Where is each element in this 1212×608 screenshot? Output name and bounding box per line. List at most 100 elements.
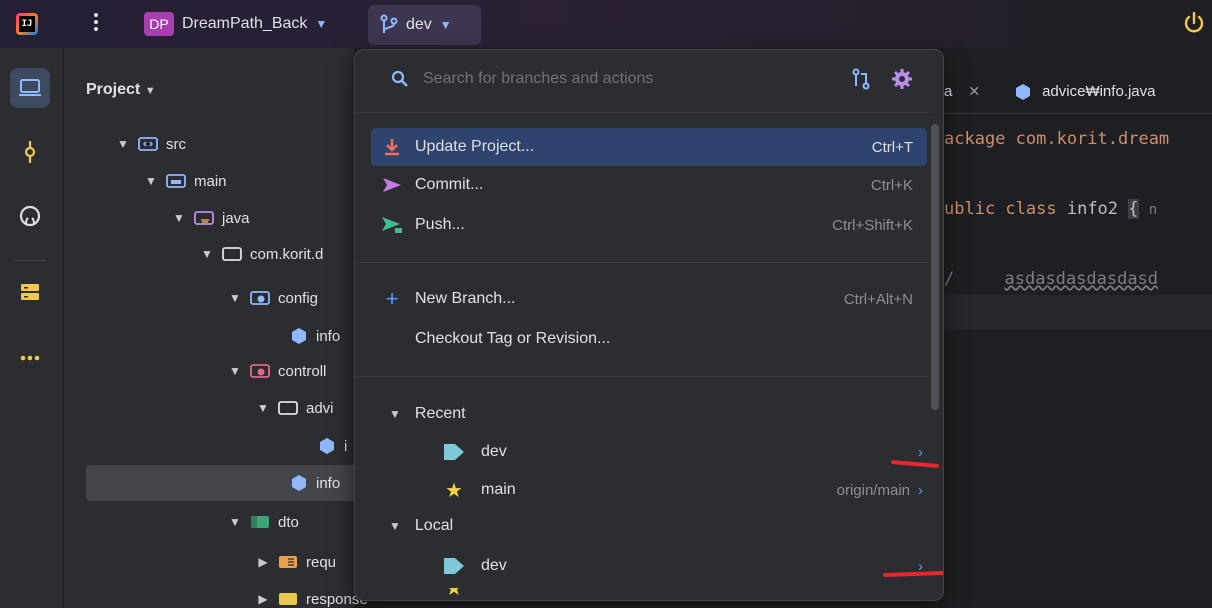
tree-item-request[interactable]: ▶ requ [256, 544, 336, 580]
config-folder-icon [250, 291, 270, 305]
chevron-down-icon: ▼ [315, 17, 328, 31]
github-icon[interactable] [10, 196, 50, 236]
tree-item-advice[interactable]: ▼ advi [256, 390, 333, 426]
package-icon [278, 401, 298, 415]
chevron-down-icon: ▼ [389, 407, 401, 421]
services-tool-icon[interactable] [10, 272, 50, 312]
editor-tab-label: advice₩info.java [1042, 83, 1156, 100]
chevron-down-icon: ▼ [389, 519, 401, 533]
more-tools-icon[interactable] [10, 338, 50, 378]
popup-scrollbar[interactable] [931, 124, 939, 410]
push-icon [382, 217, 402, 233]
tree-item-label: main [194, 172, 227, 190]
package-icon [222, 247, 242, 261]
code-brace: { [1128, 199, 1139, 219]
editor-tab-bar: a ✕ advice₩info.java [926, 70, 1212, 114]
project-badge: DP [144, 12, 174, 36]
project-name: DreamPath_Back [182, 15, 308, 32]
tree-item-label: info [316, 327, 341, 345]
separator [14, 260, 46, 261]
chevron-down-icon: ▼ [257, 401, 269, 415]
code-comment: asdasdasdasdasd [1004, 269, 1159, 289]
tree-item-src[interactable]: ▼ src [116, 126, 186, 162]
branches-popup: Update Project... Ctrl+T Commit... Ctrl+… [354, 49, 944, 601]
gear-icon[interactable] [891, 68, 913, 90]
class-icon [292, 475, 306, 491]
tree-item-label: i [344, 437, 348, 455]
new-branch-item[interactable]: + New Branch... Ctrl+Alt+N [371, 280, 927, 318]
title-bar: IJ DP DreamPath_Back ▼ dev ▼ [0, 0, 1212, 48]
branch-item-dev[interactable]: dev › [443, 434, 933, 470]
tree-item-label: src [166, 135, 186, 153]
branch-name: dev [481, 557, 507, 574]
tree-item-response[interactable]: ▶ response [256, 581, 367, 608]
menu-item-label: New Branch... [415, 290, 516, 307]
branch-compare-icon[interactable] [851, 68, 871, 90]
branch-name: main [481, 481, 516, 498]
chevron-down-icon: ▼ [145, 174, 157, 188]
branch-tracking: origin/main [836, 481, 910, 499]
project-panel-title[interactable]: Project ▼ [86, 81, 156, 99]
chevron-down-icon: ▼ [201, 247, 213, 261]
tree-selection [86, 465, 386, 501]
update-project-item[interactable]: Update Project... Ctrl+T [371, 128, 927, 166]
project-tool-icon[interactable] [10, 68, 50, 108]
editor-tab[interactable]: advice₩info.java [1014, 83, 1155, 101]
tree-item-label: com.korit.d [250, 245, 324, 263]
local-group-header[interactable]: ▼ Local [389, 508, 453, 544]
tree-item-package[interactable]: ▼ com.korit.d [200, 236, 323, 272]
tree-item-main[interactable]: ▼ main [144, 163, 227, 199]
commit-icon [383, 178, 401, 192]
class-icon [320, 438, 334, 454]
separator [355, 112, 931, 113]
code-identifier: info2 [1066, 199, 1119, 219]
branch-item-cut[interactable]: ★ [443, 588, 933, 600]
push-item[interactable]: Push... Ctrl+Shift+K [371, 206, 927, 244]
chevron-down-icon: ▼ [173, 211, 185, 225]
menu-item-label: Checkout Tag or Revision... [415, 330, 611, 347]
code-editor[interactable]: ackage com.korit.dream ublic class info2… [926, 114, 1212, 608]
recent-group-header[interactable]: ▼ Recent [389, 396, 466, 432]
chevron-right-icon: ▶ [258, 555, 268, 569]
branch-search-input[interactable] [423, 70, 823, 88]
tree-item-dto[interactable]: ▼ dto [228, 504, 299, 540]
folder-icon [279, 593, 297, 605]
commit-tool-icon[interactable] [10, 132, 50, 172]
close-icon[interactable]: ✕ [968, 83, 980, 100]
inlay-hint: n [1148, 202, 1158, 218]
group-header-label: Local [414, 517, 454, 534]
current-line-highlight [926, 295, 1212, 329]
class-icon [1016, 83, 1031, 100]
tree-item-label: java [222, 209, 250, 227]
branch-item-dev[interactable]: dev › [443, 548, 933, 584]
menu-item-shortcut: Ctrl+T [871, 138, 913, 156]
power-icon[interactable] [1182, 10, 1206, 36]
menu-item-shortcut: Ctrl+K [870, 176, 913, 194]
app-logo-icon[interactable]: IJ [16, 13, 38, 35]
tree-item-class[interactable]: i [318, 428, 347, 464]
tree-item-controller[interactable]: ▼ controll [228, 353, 326, 389]
menu-item-label: Commit... [415, 176, 484, 193]
main-menu-icon[interactable] [90, 10, 102, 36]
commit-item[interactable]: Commit... Ctrl+K [371, 166, 927, 204]
tree-item-class-selected[interactable]: info [290, 465, 340, 501]
branch-widget[interactable]: dev ▼ [368, 5, 481, 45]
tree-item-config[interactable]: ▼ config [228, 280, 318, 316]
java-folder-icon [194, 211, 214, 225]
dto-folder-icon [251, 516, 269, 528]
git-branch-icon [380, 14, 398, 33]
chevron-down-icon: ▼ [229, 515, 241, 529]
tree-item-class[interactable]: info [290, 318, 340, 354]
branch-item-main[interactable]: ★ main origin/main › [443, 472, 933, 508]
tag-icon [444, 558, 464, 574]
chevron-down-icon: ▼ [117, 137, 129, 151]
tree-item-label: info [316, 474, 341, 492]
project-widget[interactable]: DP DreamPath_Back ▼ [138, 8, 333, 40]
branch-name: dev [406, 16, 432, 33]
editor-tab-partial[interactable]: a [944, 83, 952, 100]
chevron-down-icon: ▼ [229, 291, 241, 305]
branch-name: dev [481, 443, 507, 460]
checkout-tag-item[interactable]: Checkout Tag or Revision... [371, 320, 927, 358]
source-folder-icon [138, 137, 158, 151]
tree-item-java[interactable]: ▼ java [172, 200, 250, 236]
